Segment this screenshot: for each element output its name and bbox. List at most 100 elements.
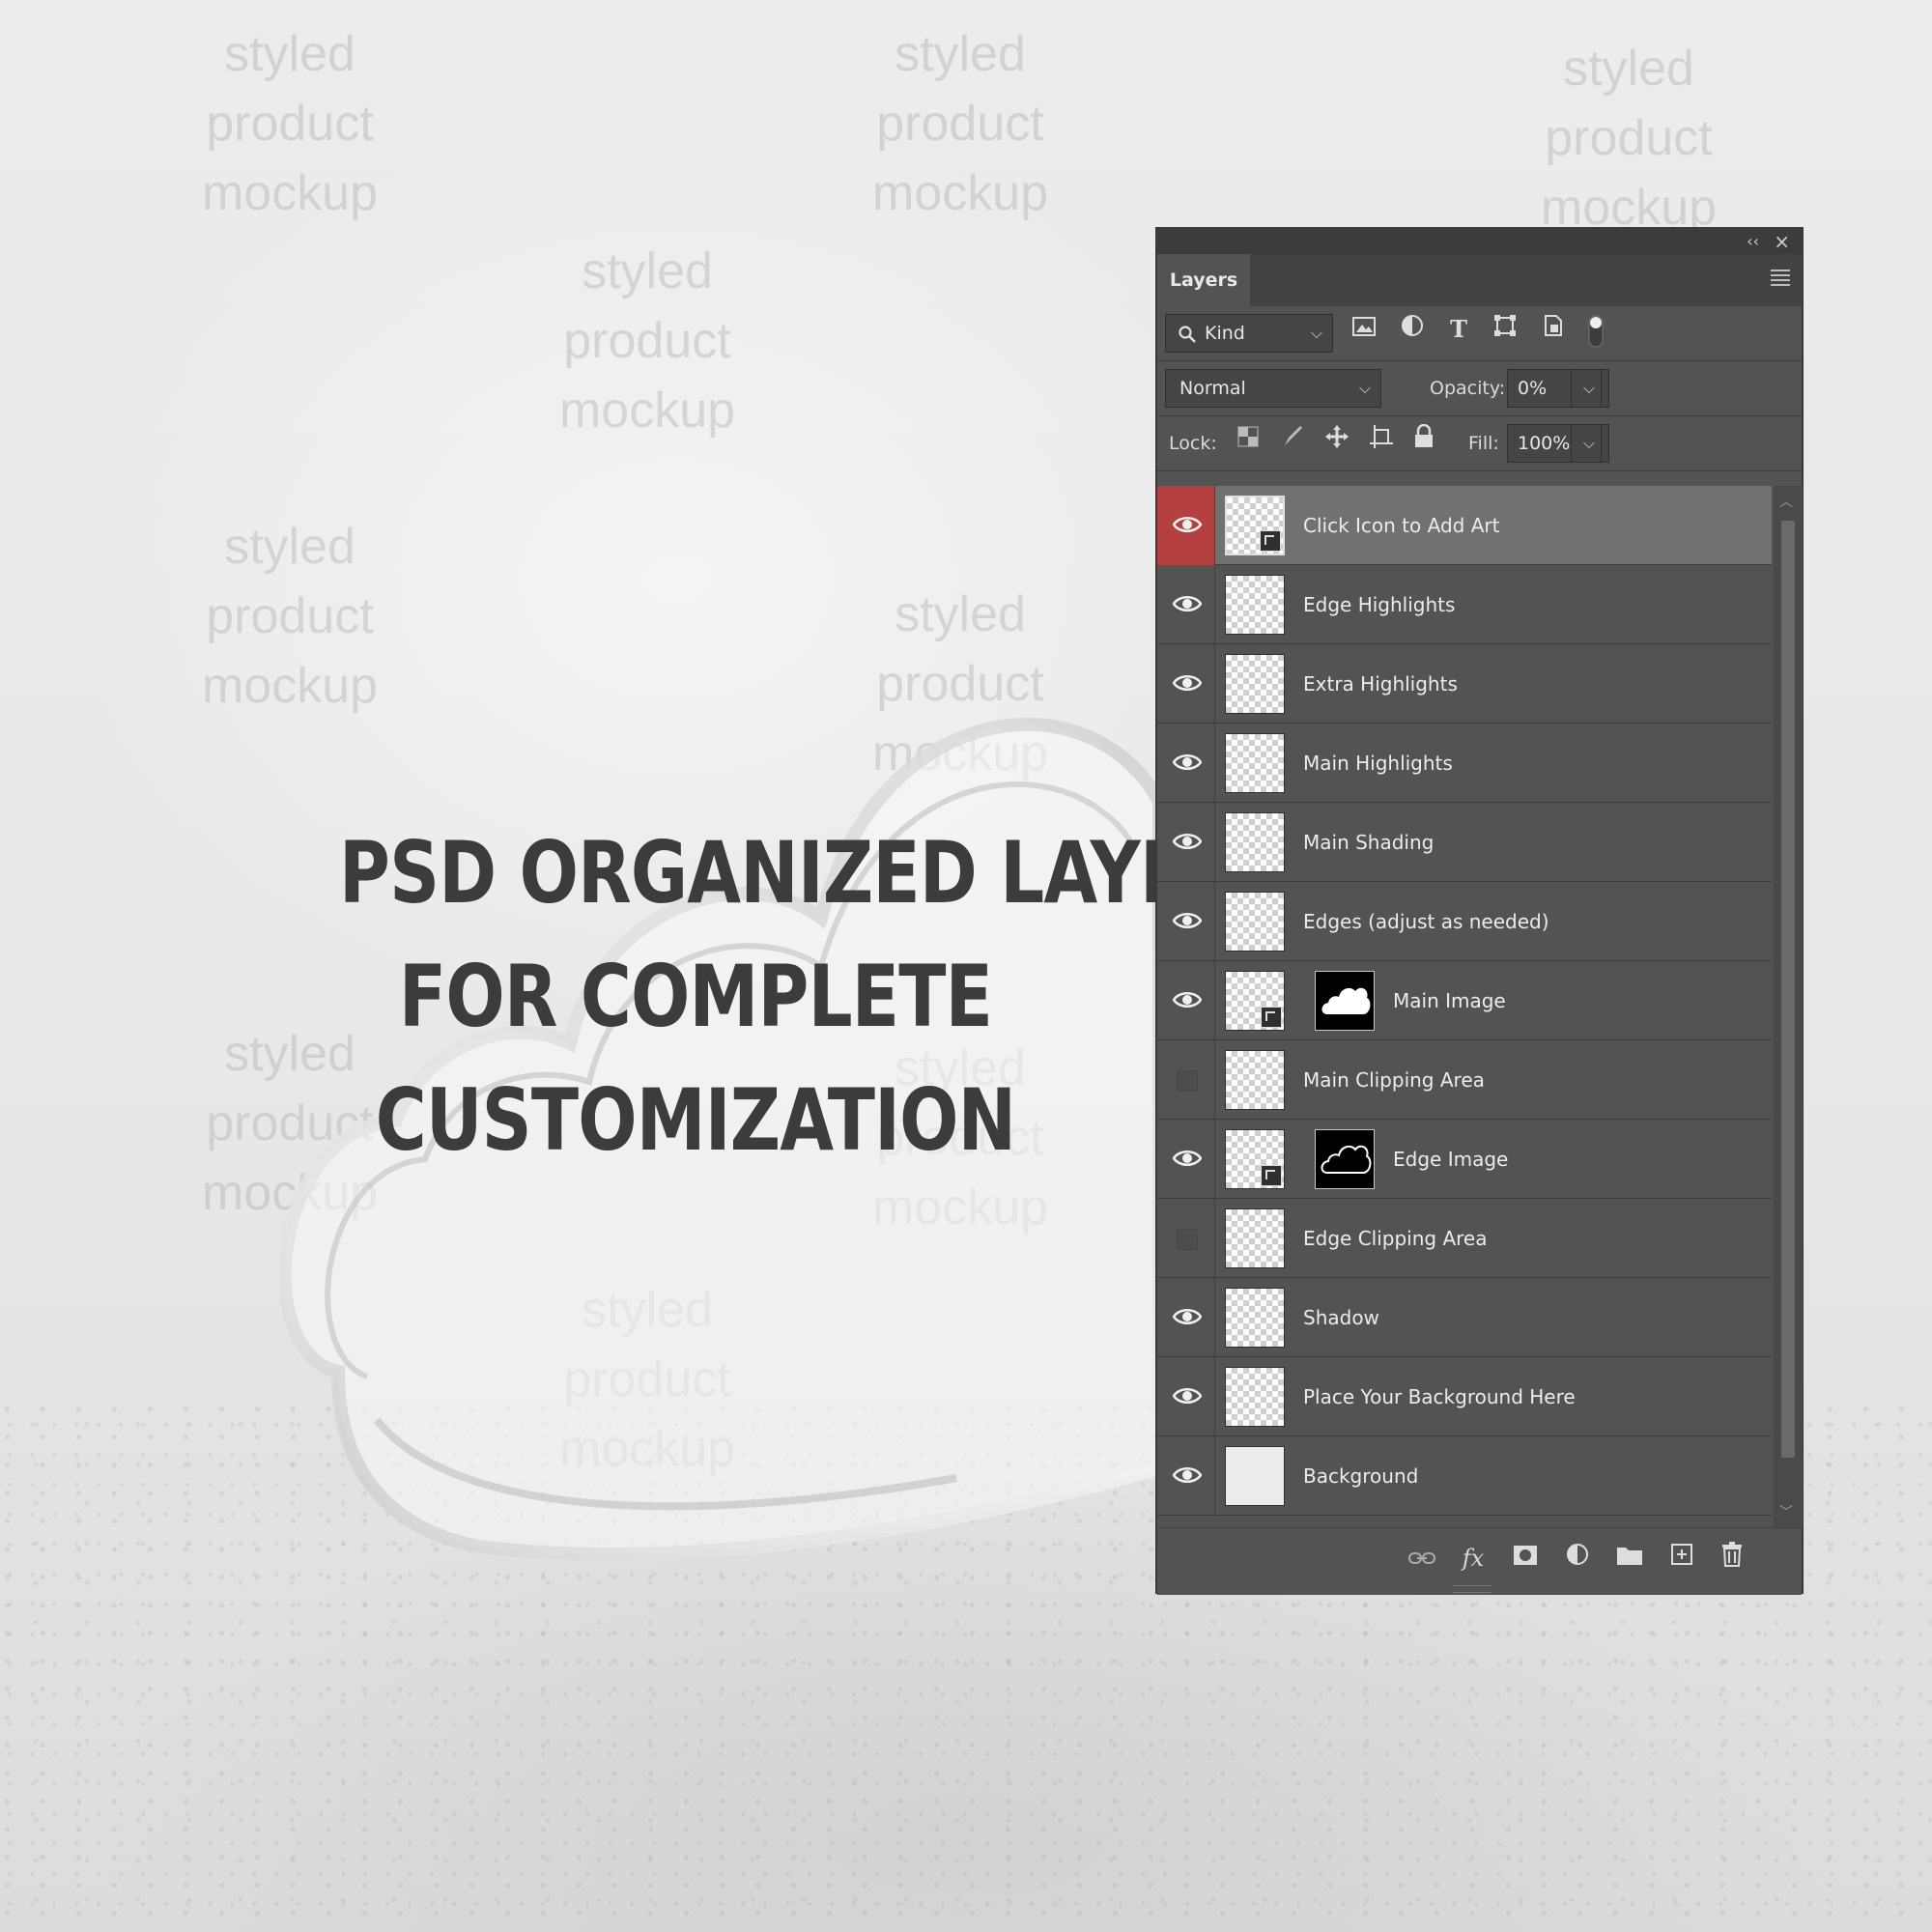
layer-name[interactable]: Background bbox=[1303, 1436, 1418, 1516]
layer-thumbnail[interactable] bbox=[1225, 892, 1285, 952]
blend-mode-value: Normal bbox=[1179, 378, 1246, 399]
layer-row[interactable]: Main Clipping Area bbox=[1157, 1040, 1772, 1120]
layer-thumbnail[interactable] bbox=[1225, 1208, 1285, 1268]
blend-mode-dropdown[interactable]: Normal ⌵ bbox=[1165, 369, 1381, 408]
link-layers-icon[interactable] bbox=[1406, 1542, 1438, 1575]
shape-filter-icon[interactable] bbox=[1490, 314, 1520, 345]
visibility-toggle[interactable] bbox=[1157, 803, 1215, 882]
image-filter-icon[interactable] bbox=[1349, 314, 1379, 345]
panel-title-bar: ‹‹ × bbox=[1157, 229, 1802, 254]
layer-thumbnail[interactable] bbox=[1225, 1129, 1285, 1189]
layer-name[interactable]: Place Your Background Here bbox=[1303, 1357, 1576, 1436]
layer-name[interactable]: Edge Highlights bbox=[1303, 565, 1455, 644]
layer-thumbnail[interactable] bbox=[1225, 1050, 1285, 1110]
opacity-value: 0% bbox=[1518, 378, 1548, 399]
fill-slider-toggle[interactable]: ⌵ bbox=[1571, 424, 1602, 463]
layer-row[interactable]: Edges (adjust as needed) bbox=[1157, 882, 1772, 961]
opacity-slider-toggle[interactable]: ⌵ bbox=[1571, 369, 1602, 408]
layer-thumbnail[interactable] bbox=[1225, 575, 1285, 635]
layer-name[interactable]: Edge Image bbox=[1393, 1120, 1508, 1199]
lock-position-icon[interactable] bbox=[1321, 424, 1352, 455]
layer-thumbnail[interactable] bbox=[1225, 812, 1285, 872]
smart-object-filter-icon[interactable] bbox=[1538, 314, 1569, 345]
smart-object-badge-icon bbox=[1261, 1007, 1282, 1028]
lock-image-pixels-icon[interactable] bbox=[1277, 424, 1308, 455]
layer-thumbnail[interactable] bbox=[1225, 1288, 1285, 1348]
tab-layers[interactable]: Layers bbox=[1157, 254, 1250, 306]
layer-row[interactable]: Edge Image bbox=[1157, 1120, 1772, 1199]
layer-mask-thumbnail[interactable] bbox=[1315, 1129, 1375, 1189]
visibility-toggle[interactable] bbox=[1157, 486, 1215, 565]
layer-row[interactable]: Place Your Background Here bbox=[1157, 1357, 1772, 1436]
layer-row[interactable]: Background bbox=[1157, 1436, 1772, 1516]
collapse-panel-button[interactable]: ‹‹ bbox=[1747, 229, 1759, 254]
adjustment-filter-icon[interactable] bbox=[1397, 314, 1428, 345]
new-layer-icon[interactable] bbox=[1665, 1542, 1698, 1575]
new-group-icon[interactable] bbox=[1613, 1542, 1646, 1575]
eye-icon bbox=[1172, 831, 1203, 856]
add-mask-icon[interactable] bbox=[1509, 1542, 1542, 1575]
filter-toggle-icon[interactable] bbox=[1580, 314, 1611, 348]
layer-row[interactable]: Main Shading bbox=[1157, 803, 1772, 882]
layer-row[interactable]: Main Highlights bbox=[1157, 724, 1772, 803]
layer-name[interactable]: Edges (adjust as needed) bbox=[1303, 882, 1549, 961]
eye-icon bbox=[1172, 989, 1203, 1014]
layer-list-scrollbar[interactable]: ︿ ﹀ bbox=[1774, 486, 1803, 1527]
adjustment-layer-icon[interactable] bbox=[1561, 1542, 1594, 1575]
layer-name[interactable]: Main Highlights bbox=[1303, 724, 1453, 803]
layer-name[interactable]: Main Clipping Area bbox=[1303, 1040, 1485, 1120]
promo-headline: PSD ORGANIZED LAYERS FOR COMPLETE CUSTOM… bbox=[339, 811, 1290, 1182]
layer-name[interactable]: Edge Clipping Area bbox=[1303, 1199, 1487, 1278]
layer-thumbnail[interactable] bbox=[1225, 1446, 1285, 1506]
visibility-toggle[interactable] bbox=[1157, 1040, 1215, 1120]
eye-icon bbox=[1172, 1306, 1203, 1331]
chevron-down-icon: ⌵ bbox=[1582, 434, 1595, 452]
visibility-toggle[interactable] bbox=[1157, 1436, 1215, 1516]
visibility-toggle[interactable] bbox=[1157, 1357, 1215, 1436]
panel-bottom-bar: fx bbox=[1157, 1527, 1802, 1595]
hidden-visibility-box bbox=[1177, 1229, 1198, 1250]
layer-name[interactable]: Main Image bbox=[1393, 961, 1506, 1040]
layer-name[interactable]: Shadow bbox=[1303, 1278, 1379, 1357]
layer-name[interactable]: Extra Highlights bbox=[1303, 644, 1458, 724]
scroll-thumb[interactable] bbox=[1781, 521, 1795, 1458]
layer-row[interactable]: Click Icon to Add Art bbox=[1157, 486, 1772, 565]
visibility-toggle[interactable] bbox=[1157, 724, 1215, 803]
visibility-toggle[interactable] bbox=[1157, 1199, 1215, 1278]
visibility-toggle[interactable] bbox=[1157, 565, 1215, 644]
layer-thumbnail[interactable] bbox=[1225, 496, 1285, 555]
lock-transparent-pixels-icon[interactable] bbox=[1233, 424, 1264, 455]
visibility-toggle[interactable] bbox=[1157, 882, 1215, 961]
layer-row[interactable]: Edge Highlights bbox=[1157, 565, 1772, 644]
scroll-up-icon[interactable]: ︿ bbox=[1779, 492, 1793, 511]
layer-thumbnail[interactable] bbox=[1225, 733, 1285, 793]
layer-thumbnail[interactable] bbox=[1225, 654, 1285, 714]
panel-menu-icon[interactable] bbox=[1771, 270, 1790, 289]
layer-mask-thumbnail[interactable] bbox=[1315, 971, 1375, 1031]
delete-layer-icon[interactable] bbox=[1716, 1542, 1748, 1575]
layer-name[interactable]: Click Icon to Add Art bbox=[1303, 486, 1499, 565]
scroll-down-icon[interactable]: ﹀ bbox=[1779, 1502, 1793, 1521]
eye-icon bbox=[1172, 752, 1203, 777]
lock-artboard-icon[interactable] bbox=[1366, 424, 1397, 455]
fx-icon[interactable]: fx bbox=[1457, 1542, 1490, 1575]
layer-row[interactable]: Edge Clipping Area bbox=[1157, 1199, 1772, 1278]
layer-thumbnail[interactable] bbox=[1225, 971, 1285, 1031]
type-filter-icon[interactable]: T bbox=[1443, 314, 1474, 345]
layer-thumbnail[interactable] bbox=[1225, 1367, 1285, 1427]
close-panel-button[interactable]: × bbox=[1774, 229, 1790, 254]
layer-row[interactable]: Extra Highlights bbox=[1157, 644, 1772, 724]
layer-name[interactable]: Main Shading bbox=[1303, 803, 1434, 882]
watermark: styledproductmockup bbox=[558, 243, 736, 439]
lock-all-icon[interactable] bbox=[1408, 423, 1439, 455]
eye-icon bbox=[1172, 910, 1203, 935]
visibility-toggle[interactable] bbox=[1157, 644, 1215, 724]
layer-row[interactable]: Shadow bbox=[1157, 1278, 1772, 1357]
filter-kind-dropdown[interactable]: Kind ⌵ bbox=[1165, 314, 1333, 353]
panel-resize-grip[interactable] bbox=[1452, 1585, 1491, 1593]
visibility-toggle[interactable] bbox=[1157, 961, 1215, 1040]
visibility-toggle[interactable] bbox=[1157, 1120, 1215, 1199]
chevron-down-icon: ⌵ bbox=[1358, 379, 1371, 397]
visibility-toggle[interactable] bbox=[1157, 1278, 1215, 1357]
layer-row[interactable]: Main Image bbox=[1157, 961, 1772, 1040]
